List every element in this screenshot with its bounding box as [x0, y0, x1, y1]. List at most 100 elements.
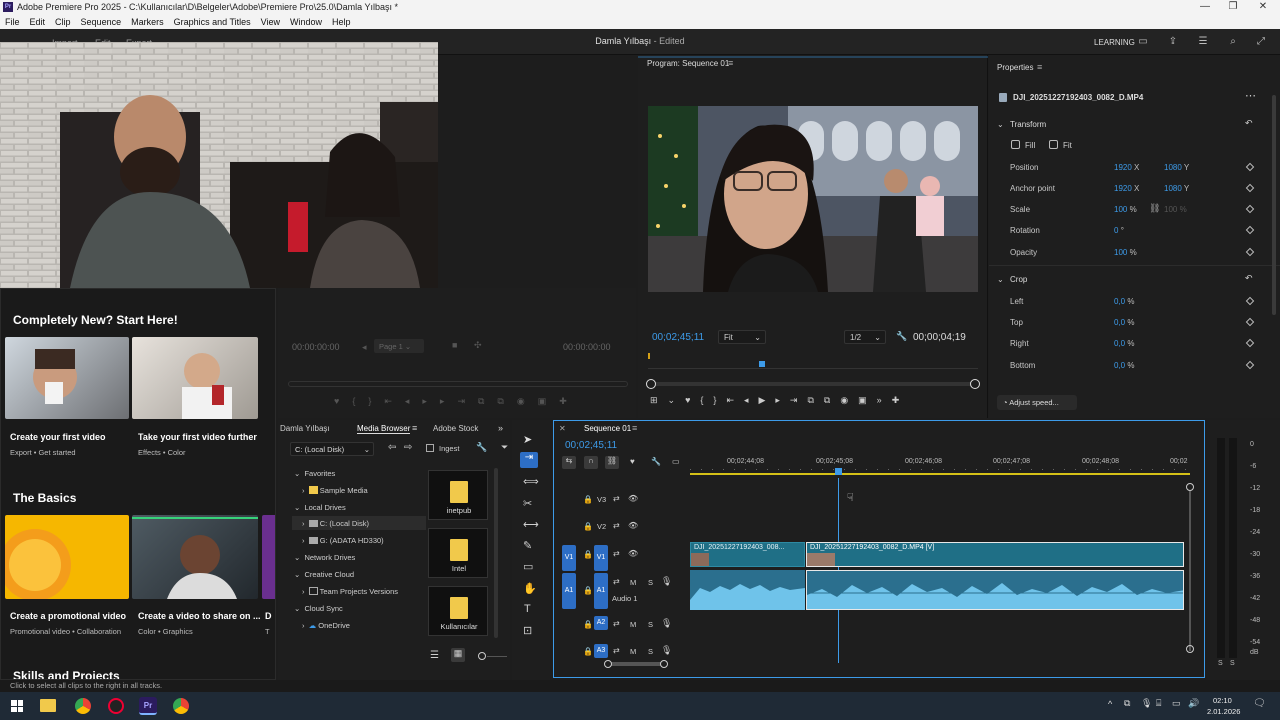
add-marker-icon[interactable]: ♥ — [630, 457, 635, 466]
keyframe-icon[interactable] — [1245, 162, 1255, 172]
keyframe-icon[interactable] — [1245, 360, 1255, 370]
selection-tool-icon[interactable]: ➤ — [523, 433, 532, 446]
chrome-profile-icon[interactable] — [173, 698, 189, 714]
adjust-speed-button[interactable]: ◔ Adjust speed... — [997, 395, 1077, 410]
page-selector[interactable]: Page 1 ⌄ — [374, 339, 424, 353]
keyframe-icon[interactable] — [1245, 317, 1255, 327]
video-clip-2[interactable]: DJI_20251227192403_0082_D.MP4 [V] — [806, 542, 1184, 567]
anchor-y-value[interactable]: 1080 Y — [1164, 184, 1189, 193]
tab-project[interactable]: Damla Yılbaşı — [280, 424, 330, 433]
clock-date[interactable]: 2.01.2026 — [1207, 707, 1240, 716]
folder-kullanicilar[interactable]: Kullanıcılar — [428, 586, 488, 636]
tutorial-thumbnail-1[interactable] — [5, 337, 129, 419]
tree-team-projects[interactable]: › Team Projects Versions — [302, 587, 398, 596]
microphone-icon[interactable]: 🎙 — [661, 645, 672, 656]
tree-network-drives[interactable]: ⌄ Network Drives — [294, 553, 355, 562]
keyframe-icon[interactable] — [1245, 225, 1255, 235]
zoom-slider-handle[interactable] — [478, 652, 486, 660]
track-select-tool-icon[interactable]: ⇥ — [520, 452, 538, 468]
back-arrow-icon[interactable]: ⇦ — [388, 442, 396, 453]
meter-solo-right[interactable]: S — [1230, 660, 1235, 667]
folder-inetpub[interactable]: inetpub — [428, 470, 488, 520]
program-monitor-title[interactable]: Program: Sequence 01 — [647, 59, 729, 68]
more-tabs-icon[interactable]: » — [498, 423, 503, 433]
tray-app-icon[interactable]: ⧉ — [1124, 698, 1130, 709]
track-a3-target[interactable]: A3 — [594, 644, 608, 658]
program-video-frame[interactable] — [648, 106, 978, 292]
menu-file[interactable]: File — [0, 17, 25, 27]
filter-icon[interactable]: ⏷ — [501, 442, 508, 453]
program-transport-controls[interactable]: ⊞⌄♥{}⇤◂▶▸⇥⧉⧉◉▣»✚ — [650, 395, 909, 406]
sequence-tab[interactable]: Sequence 01 — [584, 424, 631, 433]
menu-edit[interactable]: Edit — [25, 17, 51, 27]
scroll-handle-bottom[interactable] — [1186, 645, 1194, 653]
tree-g-drive[interactable]: › G: (ADATA HD330) — [302, 536, 384, 545]
type-tool-icon[interactable]: T — [524, 603, 531, 615]
linked-selection-icon[interactable]: ⛓ — [605, 456, 619, 469]
slip-tool-icon[interactable]: ⟷ — [523, 518, 539, 531]
tutorial-thumbnail-5[interactable] — [262, 515, 275, 599]
caption-tool-icon[interactable]: ⊡ — [523, 624, 532, 637]
list-view-icon[interactable]: ☰ — [430, 650, 439, 661]
tutorial-thumbnail-3[interactable] — [5, 515, 129, 599]
anchor-x-value[interactable]: 1920 X — [1114, 184, 1139, 193]
share-icon[interactable]: ⇪ — [1166, 34, 1180, 48]
stop-icon[interactable]: ■ — [452, 340, 457, 350]
fill-button[interactable]: Fill — [1025, 141, 1035, 150]
media-browser-scrollbar[interactable] — [494, 468, 498, 638]
source-timecode-in[interactable]: 00:00:00:00 — [292, 342, 340, 352]
move-icon[interactable]: ✣ — [474, 340, 482, 351]
microphone-icon[interactable]: 🎙 — [661, 576, 672, 587]
lock-icon[interactable]: 🔒 — [583, 522, 593, 531]
timeline-ruler[interactable]: 00;02;44;08 00;02;45;08 00;02;46;08 00;0… — [690, 456, 1190, 478]
sync-lock-icon[interactable]: ⇄ — [613, 646, 620, 655]
ingest-settings-icon[interactable]: 🔧 — [476, 442, 487, 453]
eye-icon[interactable]: 👁 — [628, 521, 638, 530]
tree-c-drive[interactable]: › C: (Local Disk) — [302, 519, 369, 528]
close-tab-icon[interactable]: ✕ — [559, 424, 566, 433]
start-icon[interactable] — [11, 700, 23, 712]
scale-value[interactable]: 100 % — [1114, 205, 1137, 214]
lock-icon[interactable]: 🔒 — [583, 550, 593, 559]
lock-icon[interactable]: 🔒 — [583, 586, 593, 595]
chevron-down-icon[interactable]: ⌄ — [997, 120, 1004, 129]
panel-menu-icon[interactable]: ≡ — [412, 423, 417, 433]
folder-intel[interactable]: Intel — [428, 528, 488, 578]
tray-battery-icon[interactable]: ▭ — [1172, 698, 1181, 709]
menu-markers[interactable]: Markers — [126, 17, 169, 27]
card-title[interactable]: Create a promotional video — [10, 611, 126, 621]
scroll-handle-top[interactable] — [1186, 483, 1194, 491]
menu-sequence[interactable]: Sequence — [76, 17, 127, 27]
location-dropdown[interactable]: C: (Local Disk) ⌄ — [290, 442, 374, 456]
clock-time[interactable]: 02:10 — [1213, 696, 1232, 705]
eye-icon[interactable]: 👁 — [628, 549, 638, 558]
search-icon[interactable]: ⌕ — [1226, 34, 1240, 48]
tree-local-drives[interactable]: ⌄ Local Drives — [294, 503, 346, 512]
playhead-marker-icon[interactable] — [759, 361, 765, 367]
hand-tool-icon[interactable]: ✋ — [523, 582, 537, 595]
chrome-icon[interactable] — [75, 698, 91, 714]
source-patch-v1[interactable]: V1 — [562, 545, 576, 571]
crop-bottom-value[interactable]: 0,0 % — [1114, 361, 1134, 370]
crop-top-value[interactable]: 0,0 % — [1114, 318, 1134, 327]
tray-expand-icon[interactable]: ^ — [1108, 699, 1112, 709]
lock-icon[interactable]: 🔒 — [583, 620, 593, 629]
menu-view[interactable]: View — [256, 17, 285, 27]
card-title[interactable]: Create a video to share on ... — [138, 611, 261, 621]
rotation-value[interactable]: 0 ° — [1114, 226, 1124, 235]
tab-media-browser[interactable]: Media Browser — [357, 424, 411, 434]
menu-help[interactable]: Help — [327, 17, 356, 27]
sync-lock-icon[interactable]: ⇄ — [613, 577, 620, 586]
captions-icon[interactable]: ▭ — [672, 457, 680, 466]
sync-lock-icon[interactable]: ⇄ — [613, 494, 620, 503]
panel-menu-icon[interactable]: ≡ — [728, 58, 733, 68]
meter-solo-left[interactable]: S — [1218, 660, 1223, 667]
tree-creative-cloud[interactable]: ⌄ Creative Cloud — [294, 570, 354, 579]
pen-tool-icon[interactable]: ✎ — [523, 539, 532, 552]
opacity-value[interactable]: 100 % — [1114, 248, 1137, 257]
close-button[interactable]: ✕ — [1248, 0, 1278, 14]
track-a2-target[interactable]: A2 — [594, 616, 608, 630]
keyframe-icon[interactable] — [1245, 247, 1255, 257]
menu-graphics-titles[interactable]: Graphics and Titles — [169, 17, 256, 27]
workspaces-icon[interactable]: ☰ — [1196, 34, 1210, 48]
